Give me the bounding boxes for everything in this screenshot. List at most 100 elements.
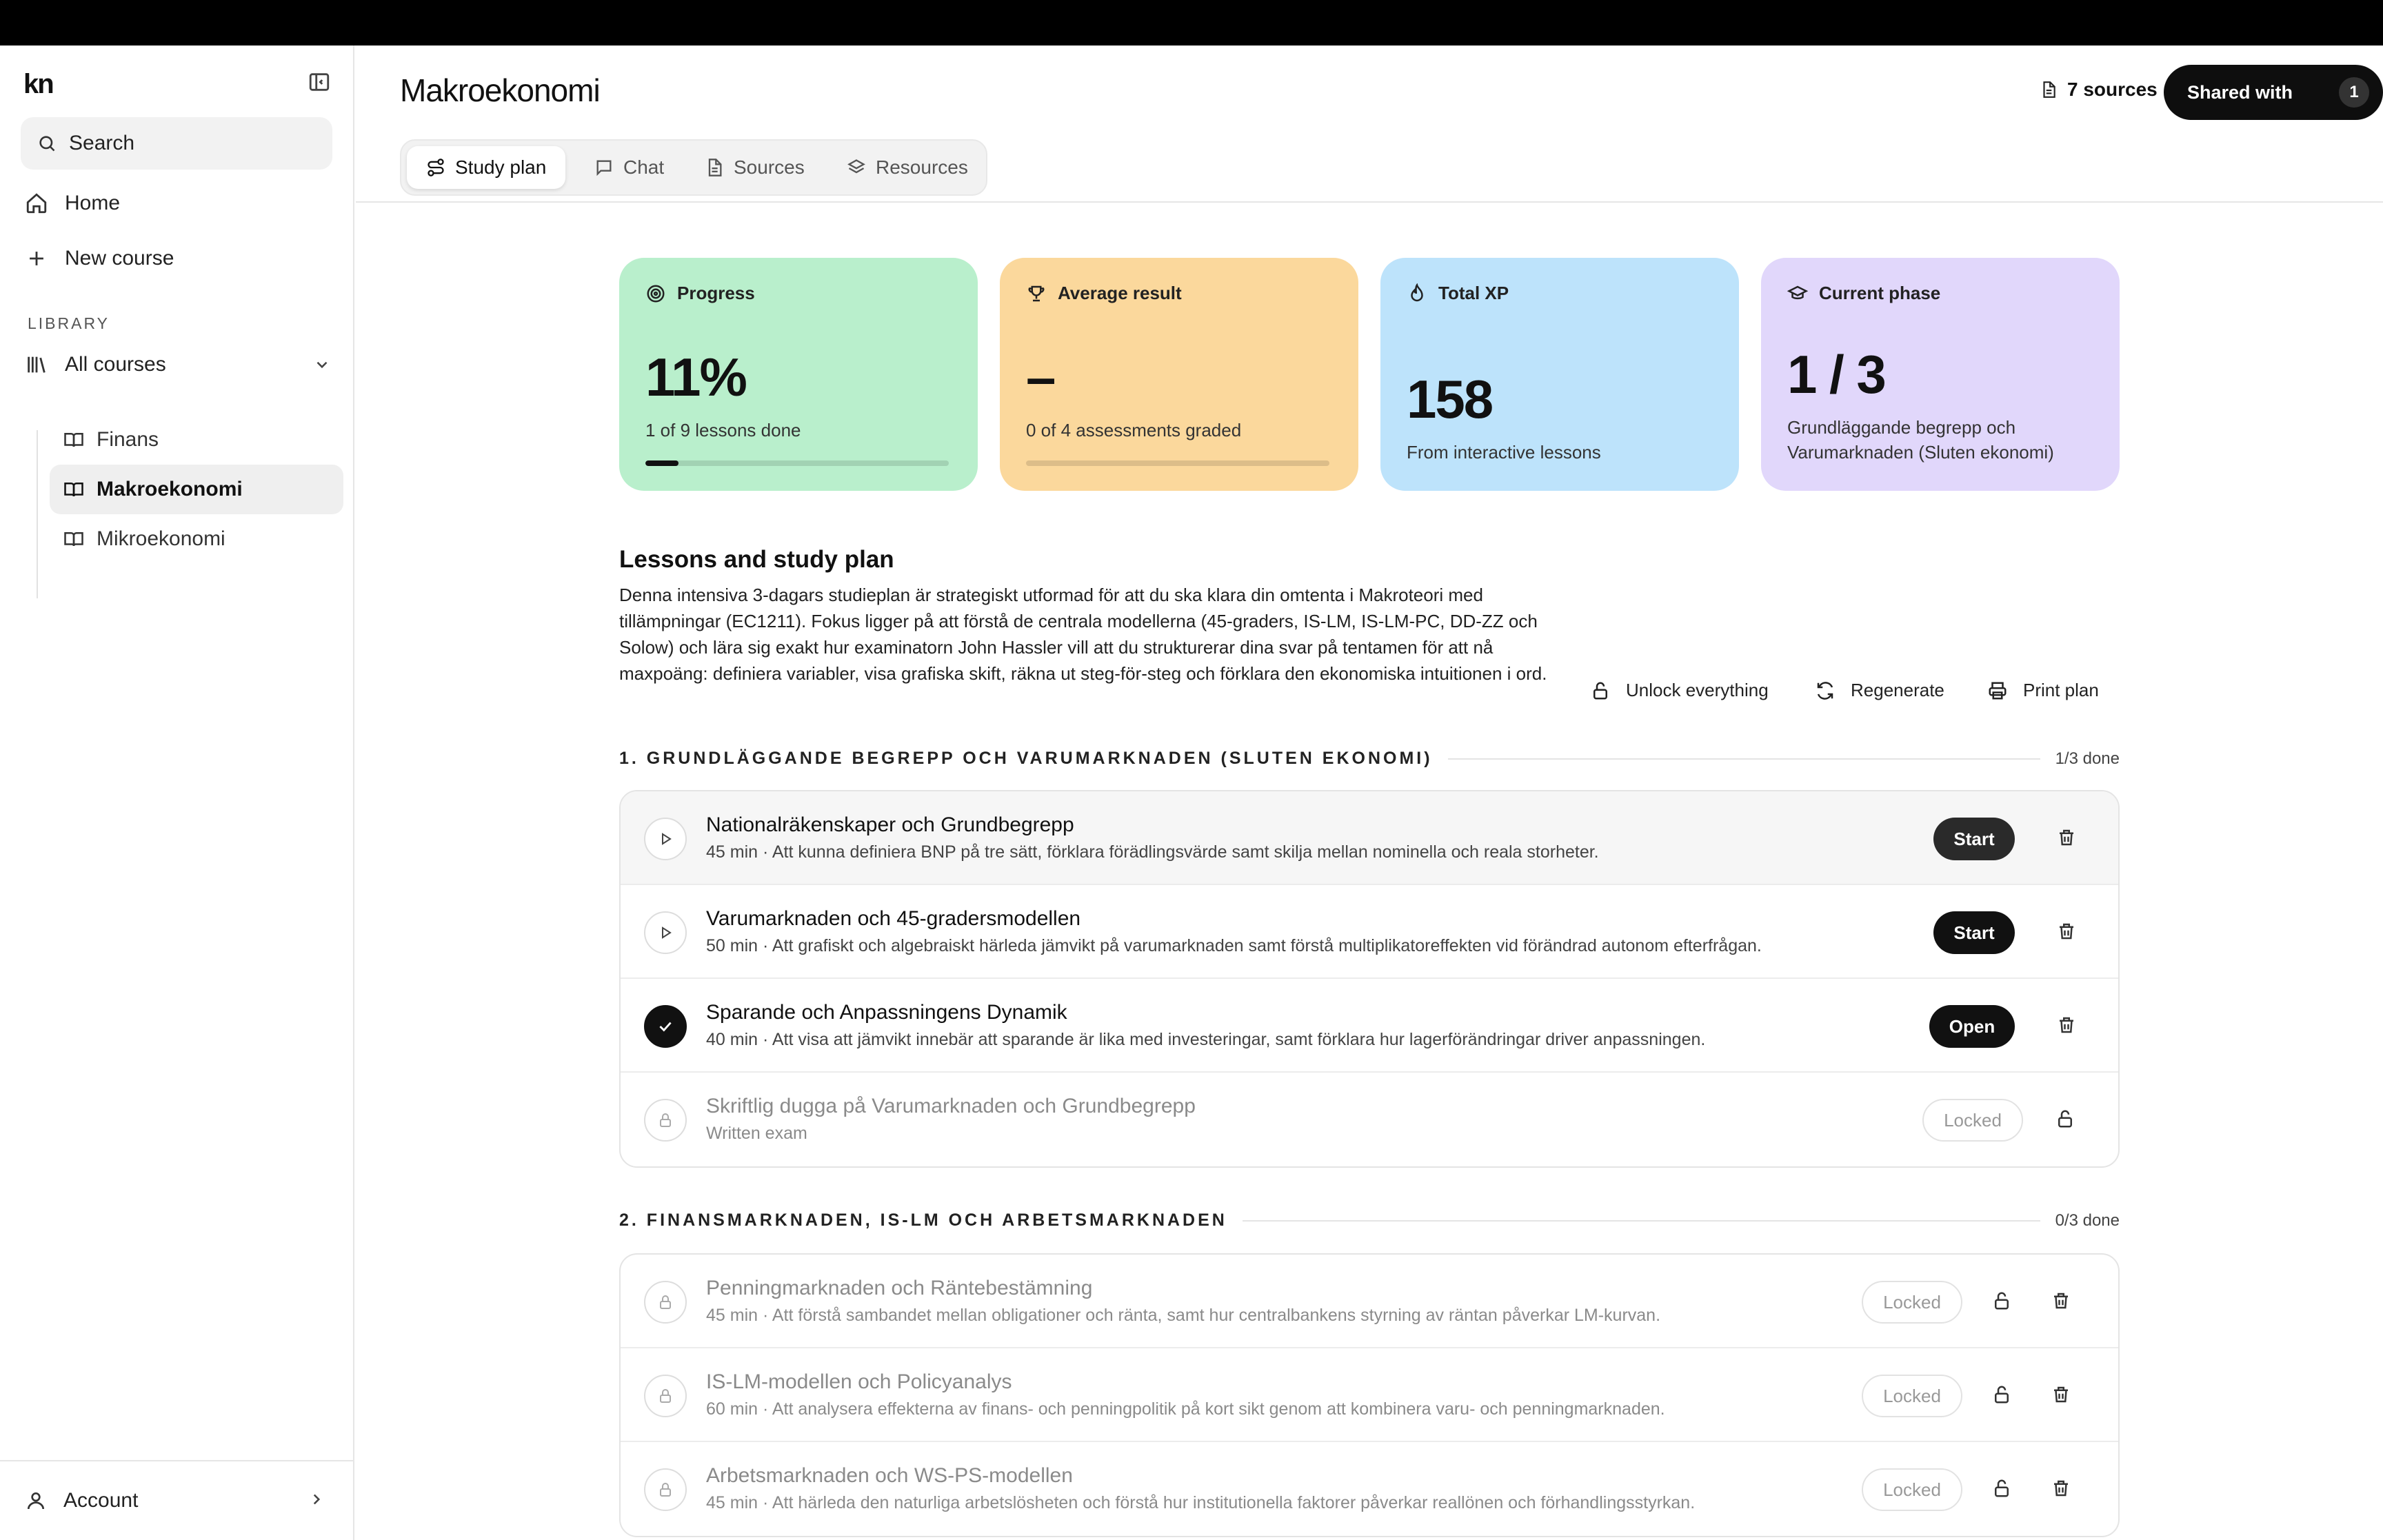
trash-icon[interactable] <box>2051 1478 2074 1501</box>
card-label: Total XP <box>1438 283 1509 303</box>
phase-heading-rule <box>1242 1219 2040 1222</box>
layers-icon <box>847 158 866 177</box>
tab-resources[interactable]: Resources <box>827 146 987 189</box>
nav-all-courses-label: All courses <box>65 353 166 376</box>
locked-badge: Locked <box>1862 1468 1962 1511</box>
progress-value: 11% <box>645 347 747 407</box>
sources-count-link[interactable]: 7 sources <box>2040 79 2158 101</box>
lesson-row[interactable]: Sparande och Anpassningens Dynamik 40 mi… <box>621 979 2118 1073</box>
tab-label: Chat <box>623 156 665 178</box>
progress-sub: 1 of 9 lessons done <box>645 420 801 440</box>
shared-count-badge: 1 <box>2339 77 2369 108</box>
lesson-row[interactable]: Nationalräkenskaper och Grundbegrepp 45 … <box>621 791 2118 885</box>
lesson-title: Sparande och Anpassningens Dynamik <box>706 1001 1067 1024</box>
lesson-meta: 45 min · Att kunna definiera BNP på tre … <box>706 842 1599 862</box>
tab-label: Resources <box>876 156 968 178</box>
unlock-everything-button[interactable]: Unlock everything <box>1590 680 1769 701</box>
lesson-row[interactable]: Skriftlig dugga på Varumarknaden och Gru… <box>621 1073 2118 1166</box>
lesson-meta: 40 min · Att visa att jämvikt innebär at… <box>706 1030 1706 1049</box>
library-icon <box>25 353 48 376</box>
chevron-right-icon <box>308 1490 325 1508</box>
card-label: Progress <box>677 283 755 303</box>
lesson-title: Skriftlig dugga på Varumarknaden och Gru… <box>706 1095 1196 1117</box>
lessons-section-description: Denna intensiva 3-dagars studieplan är s… <box>619 585 1547 684</box>
average-sub: 0 of 4 assessments graded <box>1026 420 1242 440</box>
refresh-icon <box>1815 680 1836 701</box>
trash-icon[interactable] <box>2051 1384 2074 1408</box>
start-lesson-button[interactable]: Start <box>1933 911 2015 954</box>
card-label-row: Current phase <box>1787 283 2093 304</box>
header-divider <box>356 201 2383 203</box>
lesson-row[interactable]: IS-LM-modellen och Policyanalys 60 min ·… <box>621 1348 2118 1442</box>
open-lesson-button[interactable]: Open <box>1929 1005 2015 1048</box>
book-icon <box>63 529 84 549</box>
chevron-down-icon[interactable] <box>313 356 331 374</box>
trophy-icon <box>1026 283 1047 304</box>
tab-sources[interactable]: Sources <box>685 146 824 189</box>
regenerate-button[interactable]: Regenerate <box>1815 680 1944 701</box>
trash-icon[interactable] <box>2051 1290 2074 1314</box>
unlock-icon[interactable] <box>1991 1290 2015 1314</box>
book-icon <box>63 429 84 450</box>
nav-all-courses[interactable]: All courses <box>25 353 331 376</box>
lesson-meta: 45 min · Att härleda den naturliga arbet… <box>706 1493 1696 1512</box>
unlock-icon[interactable] <box>1991 1478 2015 1501</box>
progress-bar-fill <box>645 460 679 466</box>
lesson-list-phase-2: Penningmarknaden och Räntebestämning 45 … <box>619 1253 2120 1537</box>
tab-study-plan[interactable]: Study plan <box>407 146 566 189</box>
nav-new-course[interactable]: New course <box>25 247 174 270</box>
search-input[interactable]: Search <box>21 117 332 170</box>
document-icon <box>2040 81 2058 99</box>
trash-icon[interactable] <box>2056 1015 2080 1038</box>
xp-value: 158 <box>1407 369 1494 429</box>
account-button[interactable]: Account <box>0 1460 353 1540</box>
lesson-list-phase-1: Nationalräkenskaper och Grundbegrepp 45 … <box>619 790 2120 1168</box>
flame-icon <box>1407 283 1427 304</box>
play-icon[interactable] <box>644 818 687 860</box>
lesson-row[interactable]: Penningmarknaden och Räntebestämning 45 … <box>621 1255 2118 1348</box>
unlock-everything-label: Unlock everything <box>1626 680 1769 700</box>
course-item-mikroekonomi[interactable]: Mikroekonomi <box>50 514 343 564</box>
search-icon <box>37 134 57 153</box>
app-logo[interactable]: kn <box>23 69 54 100</box>
phase-heading: 1. GRUNDLÄGGANDE BEGREPP OCH VARUMARKNAD… <box>619 749 2120 769</box>
current-phase-card: Current phase 1 / 3 Grundläggande begrep… <box>1761 258 2120 491</box>
trash-icon[interactable] <box>2056 827 2080 851</box>
target-icon <box>645 283 666 304</box>
tab-bar: Study plan Chat Sources Resources <box>400 139 987 196</box>
search-label: Search <box>69 132 135 154</box>
main-content: Makroekonomi 7 sources Shared with 1 Stu… <box>356 45 2383 1540</box>
start-lesson-button[interactable]: Start <box>1933 818 2015 860</box>
play-icon[interactable] <box>644 911 687 954</box>
course-item-label: Finans <box>97 428 159 451</box>
lesson-row[interactable]: Arbetsmarknaden och WS-PS-modellen 45 mi… <box>621 1442 2118 1536</box>
account-label: Account <box>63 1489 139 1512</box>
sidebar: kn Search Home New course LIBRARY All co… <box>0 45 354 1540</box>
course-item-finans[interactable]: Finans <box>50 415 343 465</box>
card-label: Average result <box>1058 283 1182 303</box>
nav-new-course-label: New course <box>65 247 174 270</box>
phase-done-count: 0/3 done <box>2055 1210 2120 1230</box>
print-plan-button[interactable]: Print plan <box>1987 680 2099 701</box>
lesson-title: Nationalräkenskaper och Grundbegrepp <box>706 813 1074 836</box>
tab-label: Sources <box>734 156 805 178</box>
nav-home[interactable]: Home <box>25 192 120 215</box>
phase-heading-title: 2. FINANSMARKNADEN, IS-LM OCH ARBETSMARK… <box>619 1210 1227 1230</box>
unlock-icon[interactable] <box>1991 1384 2015 1408</box>
average-value: – <box>1026 347 1056 407</box>
locked-badge: Locked <box>1862 1375 1962 1417</box>
sidebar-collapse-icon[interactable] <box>308 70 331 94</box>
unlock-icon[interactable] <box>2055 1108 2078 1132</box>
lesson-title: Penningmarknaden och Räntebestämning <box>706 1277 1093 1299</box>
lesson-row[interactable]: Varumarknaden och 45-gradersmodellen 50 … <box>621 885 2118 979</box>
phase-heading-title: 1. GRUNDLÄGGANDE BEGREPP OCH VARUMARKNAD… <box>619 749 1433 768</box>
trash-icon[interactable] <box>2056 921 2080 944</box>
tree-line <box>37 430 38 598</box>
sources-count-label: 7 sources <box>2067 79 2158 100</box>
user-icon <box>25 1490 47 1512</box>
system-top-bar <box>0 0 2383 45</box>
document-icon <box>705 158 724 177</box>
shared-with-button[interactable]: Shared with 1 <box>2164 65 2383 120</box>
tab-chat[interactable]: Chat <box>575 146 683 189</box>
course-item-makroekonomi[interactable]: Makroekonomi <box>50 465 343 514</box>
